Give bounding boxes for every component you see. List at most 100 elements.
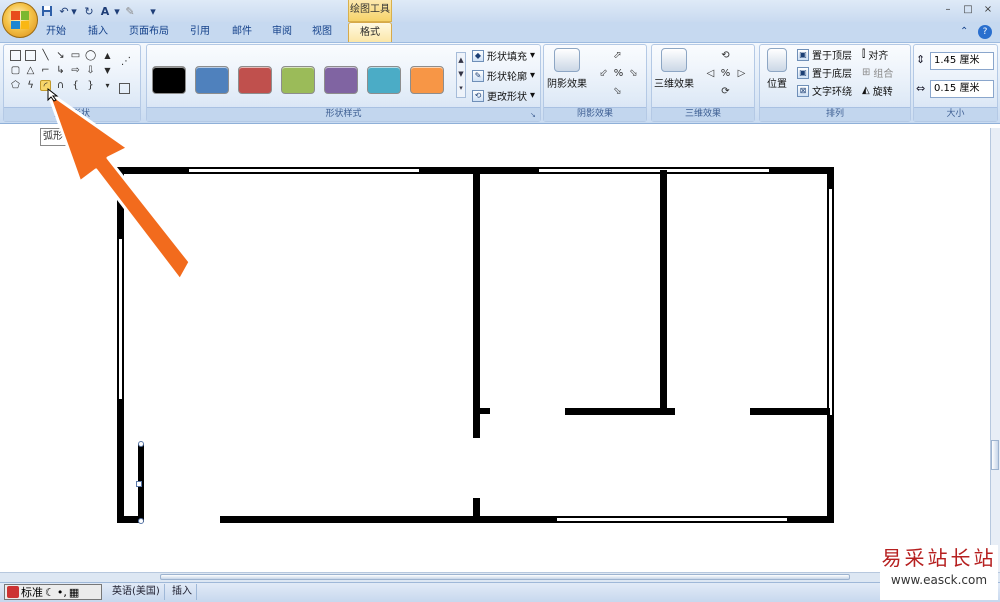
textbox-icon[interactable] — [10, 50, 21, 61]
styles-gallery-scroll[interactable]: ▲ ▼ ▾ — [456, 52, 466, 98]
tilt-right-icon[interactable]: ▷ — [736, 68, 747, 79]
vertical-scroll-thumb[interactable] — [991, 440, 999, 470]
font-dropdown-icon[interactable]: ▾ — [113, 3, 121, 19]
window-left[interactable] — [118, 238, 123, 400]
style-swatch-green[interactable] — [281, 66, 315, 94]
freeform-icon[interactable]: ⬠ — [10, 80, 21, 91]
tab-home[interactable]: 开始 — [38, 22, 74, 42]
tab-review[interactable]: 审阅 — [264, 22, 300, 42]
more-shapes-icon[interactable]: ▾ — [102, 80, 113, 91]
edit-points-icon[interactable]: ⋰ — [118, 56, 134, 67]
rounded-rect-icon[interactable]: ▢ — [10, 65, 21, 76]
wall-interior-middle-stub[interactable] — [473, 498, 480, 520]
selection-handle-top[interactable] — [138, 441, 144, 447]
tab-format[interactable]: 格式 — [348, 22, 392, 42]
wall-horizontal-right[interactable] — [750, 408, 830, 415]
vertical-textbox-icon[interactable] — [25, 50, 36, 61]
scroll-down-icon[interactable]: ▼ — [102, 65, 113, 76]
toggle-3d-icon[interactable]: % — [720, 68, 731, 79]
rectangle-icon[interactable]: ▭ — [70, 50, 81, 61]
elbow-connector-icon[interactable]: ⌐ — [40, 65, 51, 76]
toggle-shadow-icon[interactable]: % — [613, 68, 624, 79]
style-swatch-aqua[interactable] — [367, 66, 401, 94]
tilt-left-icon[interactable]: ◁ — [705, 68, 716, 79]
dialog-launcher-icon[interactable]: ↘ — [530, 111, 538, 119]
width-input[interactable]: 0.15 厘米 — [930, 80, 994, 98]
wall-interior-middle[interactable] — [473, 170, 480, 438]
minimize-ribbon-icon[interactable]: ⌃ — [960, 26, 972, 38]
style-swatch-blue[interactable] — [195, 66, 229, 94]
add-text-icon[interactable] — [119, 83, 130, 94]
format-painter-icon[interactable]: ✎ — [122, 3, 138, 19]
style-swatch-orange[interactable] — [410, 66, 444, 94]
down-arrow-icon[interactable]: ⇩ — [85, 65, 96, 76]
document-canvas[interactable] — [0, 128, 990, 572]
nudge-shadow-left-icon[interactable]: ⬃ — [598, 68, 609, 79]
send-to-back-button[interactable]: ▣ 置于底层 — [797, 65, 852, 80]
right-arrow-icon[interactable]: ⇨ — [70, 65, 81, 76]
wall-interior-right[interactable] — [660, 170, 667, 414]
group-label-arrange: 排列 — [760, 107, 910, 121]
undo-icon[interactable]: ↶ — [58, 3, 70, 19]
oval-icon[interactable]: ◯ — [85, 50, 96, 61]
nudge-shadow-down-icon[interactable]: ⬂ — [612, 86, 623, 97]
tilt-down-icon[interactable]: ⟳ — [720, 86, 731, 97]
office-button[interactable] — [2, 2, 38, 38]
shape-outline-button[interactable]: ✎ 形状轮廓 ▾ — [472, 68, 535, 83]
arrow-line-icon[interactable]: ↘ — [55, 50, 66, 61]
group-objects-button[interactable]: ⊞ 组合 — [862, 65, 893, 80]
ime-toolbar[interactable]: 标准 ☾ •, ▦ — [4, 584, 102, 600]
left-brace-icon[interactable]: { — [70, 80, 81, 91]
tilt-up-icon[interactable]: ⟲ — [720, 50, 731, 61]
window-right[interactable] — [828, 188, 833, 416]
tab-insert[interactable]: 插入 — [80, 22, 116, 42]
line-icon[interactable]: ╲ — [40, 50, 51, 61]
redo-icon[interactable]: ↻ — [82, 3, 96, 19]
tab-mailings[interactable]: 邮件 — [224, 22, 260, 42]
horizontal-scroll-thumb[interactable] — [160, 574, 850, 580]
rotate-button[interactable]: ◭ 旋转 — [862, 83, 893, 98]
restore-button[interactable]: □ — [958, 2, 978, 18]
style-swatch-black[interactable] — [152, 66, 186, 94]
wall-stub-small[interactable] — [478, 408, 490, 414]
style-swatch-purple[interactable] — [324, 66, 358, 94]
customize-qat-icon[interactable]: ▾ — [148, 3, 158, 19]
group-label-insert-shapes: 插入形状 — [4, 107, 140, 121]
scroll-up-icon[interactable]: ▲ — [102, 50, 113, 61]
change-shape-button[interactable]: ⟲ 更改形状 ▾ — [472, 88, 535, 103]
window-bottom[interactable] — [556, 517, 788, 522]
wall-horizontal-mid[interactable] — [565, 408, 675, 415]
vertical-scrollbar[interactable] — [990, 128, 1000, 572]
help-icon[interactable]: ? — [978, 25, 992, 39]
text-wrap-button[interactable]: ⊠ 文字环绕 — [797, 83, 852, 98]
undo-dropdown-icon[interactable]: ▾ — [70, 3, 78, 19]
close-button[interactable]: × — [978, 2, 998, 18]
tab-view[interactable]: 视图 — [304, 22, 340, 42]
wall-bottom-left-stub[interactable] — [117, 516, 139, 523]
shape-fill-button[interactable]: ◆ 形状填充 ▾ — [472, 48, 535, 63]
tab-references[interactable]: 引用 — [182, 22, 218, 42]
triangle-icon[interactable]: △ — [25, 65, 36, 76]
tab-page-layout[interactable]: 页面布局 — [124, 22, 174, 42]
save-icon[interactable] — [40, 3, 54, 19]
position-button[interactable]: 位置 — [762, 48, 792, 90]
font-color-icon[interactable]: A — [98, 3, 112, 19]
window-top-right[interactable] — [538, 168, 770, 173]
selection-handle-middle[interactable] — [136, 481, 142, 487]
3d-effects-button[interactable]: 三维效果 — [653, 48, 695, 90]
minimize-button[interactable]: – — [938, 2, 958, 18]
right-brace-icon[interactable]: } — [85, 80, 96, 91]
nudge-shadow-up-icon[interactable]: ⬀ — [612, 50, 623, 61]
window-top-left[interactable] — [188, 168, 420, 173]
status-language[interactable]: 英语(美国) — [108, 584, 165, 600]
style-swatch-red[interactable] — [238, 66, 272, 94]
shadow-effects-button[interactable]: 阴影效果 — [546, 48, 588, 90]
nudge-shadow-right-icon[interactable]: ⬂ — [628, 68, 639, 79]
bring-to-front-button[interactable]: ▣ 置于顶层 — [797, 47, 852, 62]
status-insert-mode[interactable]: 插入 — [168, 584, 197, 600]
selection-handle-bottom[interactable] — [138, 518, 144, 524]
elbow-arrow-icon[interactable]: ↳ — [55, 65, 66, 76]
height-input[interactable]: 1.45 厘米 — [930, 52, 994, 70]
lightning-icon[interactable]: ϟ — [25, 80, 36, 91]
align-button[interactable]: ⫿ 对齐 — [862, 47, 888, 62]
